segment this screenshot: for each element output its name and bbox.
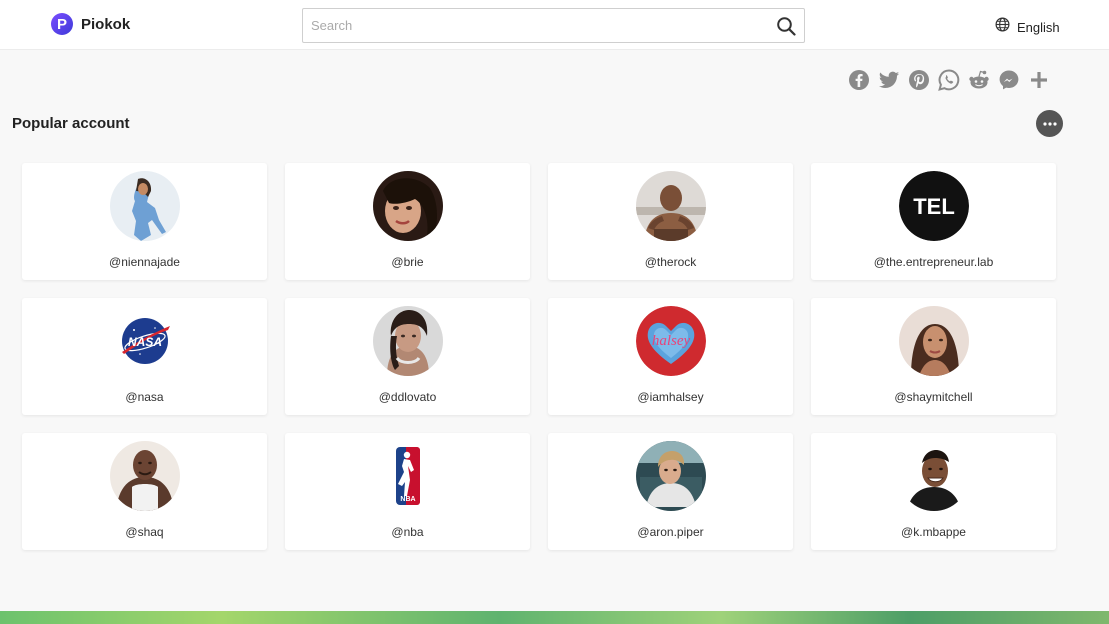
more-dots-icon	[1042, 121, 1057, 126]
avatar-label: halsey	[651, 333, 690, 349]
search-icon[interactable]	[776, 16, 796, 36]
account-handle: @iamhalsey	[637, 390, 704, 404]
account-card[interactable]: NBA @nba	[285, 433, 530, 550]
avatar	[898, 306, 969, 376]
account-handle: @ddlovato	[378, 390, 437, 404]
account-grid: @niennajade @brie @therock TEL @the.entr…	[22, 163, 1056, 550]
account-card[interactable]: @therock	[548, 163, 793, 280]
brand-name: Piokok	[81, 15, 131, 33]
account-card[interactable]: @aron.piper	[548, 433, 793, 550]
avatar	[109, 171, 180, 241]
avatar	[109, 441, 180, 511]
avatar	[635, 171, 706, 241]
account-card[interactable]: @shaymitchell	[811, 298, 1056, 415]
avatar	[898, 441, 969, 511]
avatar-label: TEL	[913, 194, 955, 219]
avatar: TEL	[898, 171, 969, 241]
account-card[interactable]: @k.mbappe	[811, 433, 1056, 550]
facebook-icon[interactable]	[848, 69, 870, 91]
avatar: halsey	[635, 306, 706, 376]
share-bar	[848, 69, 1058, 91]
avatar	[372, 306, 443, 376]
account-card[interactable]: NASA @nasa	[22, 298, 267, 415]
avatar: NASA	[109, 306, 180, 376]
footer-banner-strip	[0, 611, 1109, 624]
top-header: P Piokok English	[0, 0, 1109, 50]
avatar	[635, 441, 706, 511]
logo-icon: P	[51, 13, 73, 35]
whatsapp-icon[interactable]	[938, 69, 960, 91]
avatar	[372, 171, 443, 241]
section-title: Popular account	[12, 115, 130, 132]
pinterest-icon[interactable]	[908, 69, 930, 91]
account-card[interactable]: @ddlovato	[285, 298, 530, 415]
reddit-icon[interactable]	[968, 69, 990, 91]
account-handle: @the.entrepreneur.lab	[873, 255, 994, 269]
avatar-label: NBA	[400, 496, 415, 503]
globe-icon	[995, 17, 1010, 37]
account-handle: @niennajade	[109, 255, 180, 269]
account-handle: @nasa	[125, 390, 164, 404]
account-card[interactable]: @niennajade	[22, 163, 267, 280]
messenger-icon[interactable]	[998, 69, 1020, 91]
account-card[interactable]: @shaq	[22, 433, 267, 550]
account-handle: @therock	[644, 255, 697, 269]
account-handle: @aron.piper	[637, 525, 704, 539]
search-input[interactable]	[311, 9, 771, 42]
account-handle: @shaymitchell	[894, 390, 973, 404]
account-card[interactable]: TEL @the.entrepreneur.lab	[811, 163, 1056, 280]
account-handle: @brie	[391, 255, 424, 269]
more-options-button[interactable]	[1036, 110, 1063, 137]
avatar: NBA	[372, 441, 443, 511]
plus-icon[interactable]	[1028, 69, 1050, 91]
language-selector[interactable]: English	[995, 17, 1060, 37]
account-card[interactable]: @brie	[285, 163, 530, 280]
account-card[interactable]: halsey @iamhalsey	[548, 298, 793, 415]
language-label: English	[1017, 19, 1060, 35]
account-handle: @shaq	[125, 525, 164, 539]
search-box	[302, 8, 805, 43]
account-handle: @k.mbappe	[901, 525, 966, 539]
brand-logo[interactable]: P Piokok	[51, 13, 130, 35]
twitter-icon[interactable]	[878, 69, 900, 91]
account-handle: @nba	[391, 525, 424, 539]
avatar-label: NASA	[127, 335, 161, 349]
